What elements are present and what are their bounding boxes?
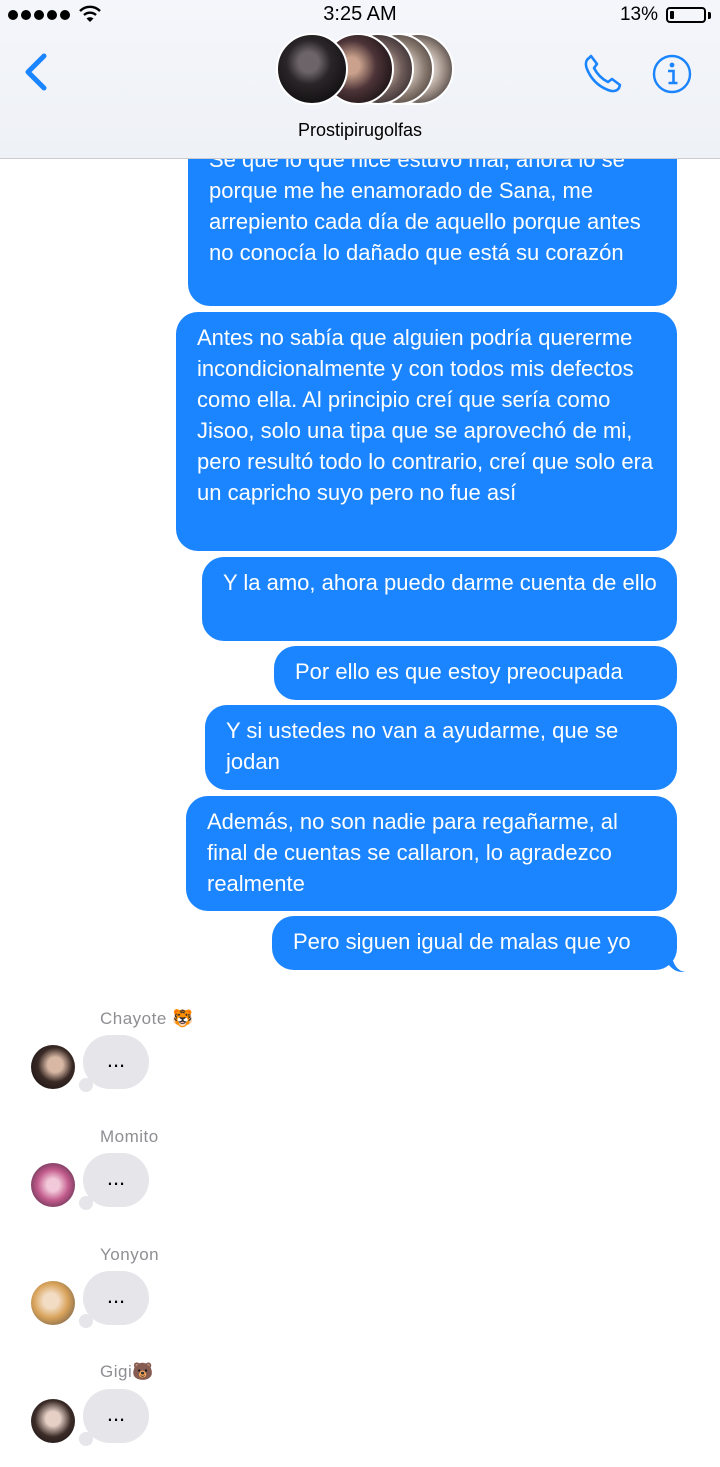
message-bubble[interactable]: Además, no son nadie para regañarme, al … xyxy=(186,796,677,911)
message-bubble[interactable]: Y la amo, ahora puedo darme cuenta de el… xyxy=(202,557,677,641)
typing-indicator: ... xyxy=(79,1035,149,1092)
back-button[interactable] xyxy=(20,50,56,94)
typing-indicator: ... xyxy=(79,1271,149,1328)
group-avatar-stack[interactable] xyxy=(276,33,454,109)
group-name[interactable]: Prostipirugolfas xyxy=(0,120,720,141)
message-bubble[interactable]: Por ello es que estoy preocupada xyxy=(274,646,677,700)
sender-name: Chayote 🐯 xyxy=(100,1009,194,1028)
info-button[interactable] xyxy=(650,52,694,96)
sender-name: Gigi🐻 xyxy=(100,1362,154,1381)
avatar[interactable] xyxy=(31,1281,75,1325)
avatar[interactable] xyxy=(31,1163,75,1207)
info-icon xyxy=(652,54,692,94)
typing-indicator: ... xyxy=(79,1389,149,1446)
message-bubble[interactable]: Y si ustedes no van a ayudarme, que se j… xyxy=(205,705,677,790)
status-time: 3:25 AM xyxy=(323,3,397,25)
chevron-left-icon xyxy=(25,53,47,91)
battery-icon xyxy=(666,7,706,23)
phone-icon xyxy=(584,54,622,93)
avatar[interactable] xyxy=(31,1045,75,1089)
message-bubble[interactable]: Pero siguen igual de malas que yo xyxy=(272,916,677,970)
avatar xyxy=(276,33,348,105)
battery-nub xyxy=(708,12,711,19)
call-button[interactable] xyxy=(580,52,626,96)
typing-indicator: ... xyxy=(79,1153,149,1210)
message-bubble[interactable]: Antes no sabía que alguien podría querer… xyxy=(176,312,677,551)
avatar[interactable] xyxy=(31,1399,75,1443)
sender-name: Momito xyxy=(100,1127,159,1146)
battery-percentage: 13% xyxy=(619,4,658,25)
sender-name: Yonyon xyxy=(100,1245,160,1264)
status-bar: 3:25 AM 13% xyxy=(0,0,720,30)
